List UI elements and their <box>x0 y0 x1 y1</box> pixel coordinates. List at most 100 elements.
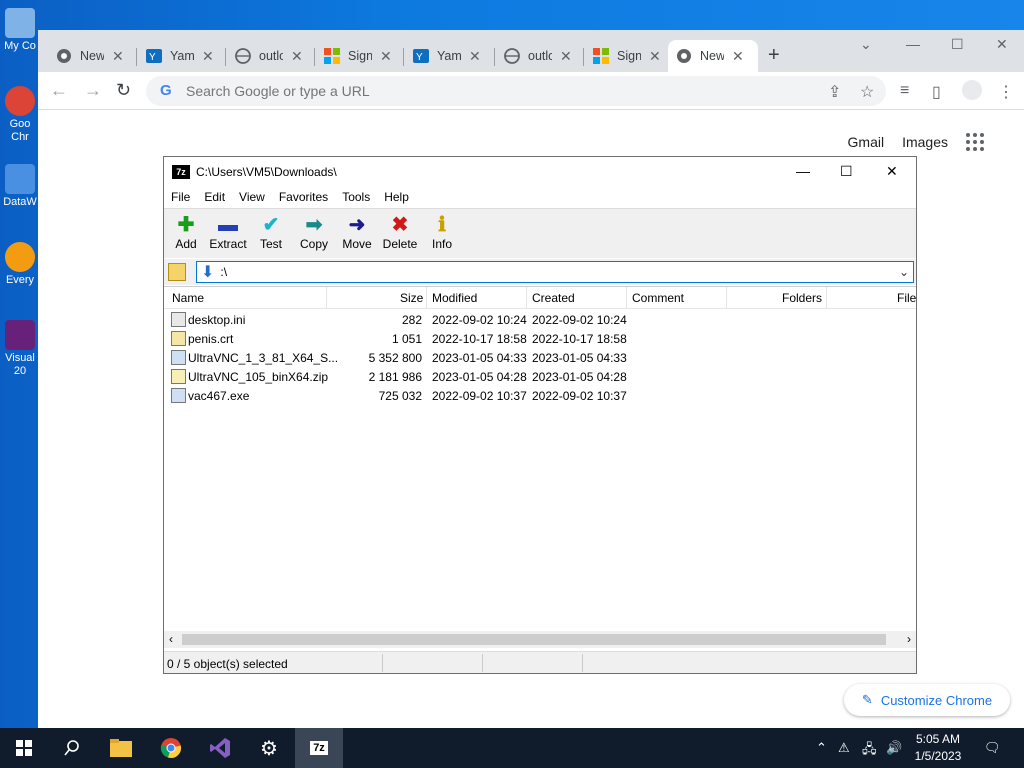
desktop-icon-my-computer[interactable]: My Co <box>0 8 40 53</box>
close-tab-icon[interactable]: ✕ <box>291 48 303 65</box>
tab[interactable]: Sign ✕ <box>316 40 400 72</box>
network-icon[interactable]: 🖧 <box>862 740 877 762</box>
gmail-link[interactable]: Gmail <box>848 134 885 150</box>
tab[interactable]: Sign ✕ <box>585 40 669 72</box>
customize-chrome-button[interactable]: ✎ Customize Chrome <box>844 684 1010 716</box>
volume-icon[interactable]: 🔊 <box>886 740 902 756</box>
column-header-name[interactable]: Name <box>172 291 204 305</box>
file-row[interactable]: UltraVNC_1_3_81_X64_S... 5 352 800 2023-… <box>164 348 916 367</box>
media-controls-icon[interactable]: ≡ <box>900 82 909 100</box>
file-row[interactable]: vac467.exe 725 032 2022-09-02 10:37 2022… <box>164 386 916 405</box>
show-hidden-icons-chevron-icon[interactable]: ⌃ <box>816 740 827 756</box>
tab[interactable]: outlo ✕ <box>496 40 580 72</box>
bookmark-star-icon[interactable]: ☆ <box>860 82 874 102</box>
column-header-files[interactable]: File <box>897 291 916 305</box>
close-tab-icon[interactable]: ✕ <box>469 48 481 65</box>
close-button[interactable]: ✕ <box>886 163 898 180</box>
tab[interactable]: Y Yam ✕ <box>405 40 489 72</box>
file-row[interactable]: UltraVNC_105_binX64.zip 2 181 986 2023-0… <box>164 367 916 386</box>
close-tab-icon[interactable]: ✕ <box>732 48 744 65</box>
close-button[interactable]: ✕ <box>996 36 1008 53</box>
folder-up-icon[interactable] <box>168 263 186 281</box>
column-header-folders[interactable]: Folders <box>782 291 822 305</box>
tab[interactable]: outlo ✕ <box>227 40 311 72</box>
move-button[interactable]: ➜ Move <box>335 213 379 251</box>
menu-edit[interactable]: Edit <box>197 187 232 207</box>
copy-button[interactable]: ➡ Copy <box>292 213 336 251</box>
info-button[interactable]: ℹ Info <box>420 213 464 251</box>
close-tab-icon[interactable]: ✕ <box>202 48 214 65</box>
sevenzip-taskbar-button[interactable]: 7z <box>295 728 343 768</box>
sevenzip-title-bar[interactable]: 7z C:\Users\VM5\Downloads\ — ☐ ✕ <box>164 157 916 187</box>
settings-button[interactable]: ⚙ <box>245 728 293 768</box>
horizontal-scrollbar[interactable]: ‹ › <box>164 631 916 648</box>
menu-view[interactable]: View <box>232 187 272 207</box>
back-arrow-icon[interactable]: ← <box>50 80 68 101</box>
search-button[interactable] <box>48 728 96 768</box>
column-divider[interactable] <box>326 287 327 309</box>
column-divider[interactable] <box>726 287 727 309</box>
maximize-button[interactable]: ☐ <box>840 163 853 180</box>
omnibox-input[interactable] <box>186 83 786 99</box>
forward-arrow-icon[interactable]: → <box>84 80 102 101</box>
desktop-icon-google-chrome[interactable]: Goo Chr <box>0 86 40 144</box>
menu-tools[interactable]: Tools <box>335 187 377 207</box>
tab[interactable]: New ✕ <box>48 40 132 72</box>
chrome-menu-icon[interactable]: ⋮ <box>998 82 1014 102</box>
file-size: 2 181 986 <box>368 370 422 384</box>
start-button[interactable] <box>0 728 48 768</box>
desktop-icon-visual-studio[interactable]: Visual 20 <box>0 320 40 378</box>
minimize-button[interactable]: — <box>796 163 810 179</box>
side-panel-icon[interactable]: ▯ <box>932 82 941 102</box>
scroll-right-icon[interactable]: › <box>907 632 911 646</box>
column-header-created[interactable]: Created <box>532 291 575 305</box>
column-divider[interactable] <box>426 287 427 309</box>
scroll-left-icon[interactable]: ‹ <box>169 632 173 646</box>
profile-avatar-icon[interactable] <box>962 80 982 100</box>
file-explorer-button[interactable] <box>97 728 145 768</box>
path-input[interactable] <box>220 265 881 279</box>
visual-studio-button[interactable] <box>196 728 244 768</box>
column-header-modified[interactable]: Modified <box>432 291 477 305</box>
add-button[interactable]: ✚ Add <box>164 213 208 251</box>
images-link[interactable]: Images <box>902 134 948 150</box>
column-divider[interactable] <box>826 287 827 309</box>
extract-button[interactable]: ▬ Extract <box>206 213 250 251</box>
omnibox[interactable]: G <box>146 76 886 106</box>
tab-active[interactable]: New ✕ <box>668 40 758 72</box>
menu-help[interactable]: Help <box>377 187 416 207</box>
menu-favorites[interactable]: Favorites <box>272 187 335 207</box>
close-tab-icon[interactable]: ✕ <box>560 48 572 65</box>
warning-shield-icon[interactable]: ⚠ <box>838 740 850 756</box>
reload-icon[interactable]: ↻ <box>116 80 131 101</box>
path-combobox[interactable]: ⬇ ⌄ <box>196 261 914 283</box>
notifications-icon[interactable]: 🗨 <box>984 740 1001 756</box>
scrollbar-thumb[interactable] <box>182 634 886 645</box>
desktop-icon-datawarehouse[interactable]: DataW <box>0 164 40 209</box>
system-clock[interactable]: 5:05 AM 1/5/2023 <box>908 731 968 765</box>
column-divider[interactable] <box>526 287 527 309</box>
column-divider[interactable] <box>626 287 627 309</box>
close-tab-icon[interactable]: ✕ <box>112 48 124 65</box>
test-button[interactable]: ✔ Test <box>249 213 293 251</box>
share-icon[interactable]: ⇪ <box>828 82 841 102</box>
file-row[interactable]: desktop.ini 282 2022-09-02 10:24 2022-09… <box>164 310 916 329</box>
tab-search-icon[interactable]: ⌄ <box>860 36 872 53</box>
menu-file[interactable]: File <box>164 187 197 207</box>
file-row[interactable]: penis.crt 1 051 2022-10-17 18:58 2022-10… <box>164 329 916 348</box>
delete-button[interactable]: ✖ Delete <box>378 213 422 251</box>
close-tab-icon[interactable]: ✕ <box>380 48 392 65</box>
maximize-button[interactable]: ☐ <box>951 36 964 53</box>
file-name: desktop.ini <box>188 313 246 327</box>
close-tab-icon[interactable]: ✕ <box>649 48 661 65</box>
column-header-size[interactable]: Size <box>400 291 423 305</box>
zip-icon <box>171 369 186 384</box>
chevron-down-icon[interactable]: ⌄ <box>899 265 909 279</box>
desktop-icon-everything[interactable]: Every <box>0 242 40 287</box>
new-tab-button[interactable]: + <box>768 44 780 67</box>
chrome-taskbar-button[interactable] <box>147 728 195 768</box>
column-header-comment[interactable]: Comment <box>632 291 684 305</box>
minimize-button[interactable]: — <box>906 36 920 52</box>
google-apps-icon[interactable] <box>966 133 984 151</box>
tab[interactable]: Y Yam ✕ <box>138 40 222 72</box>
